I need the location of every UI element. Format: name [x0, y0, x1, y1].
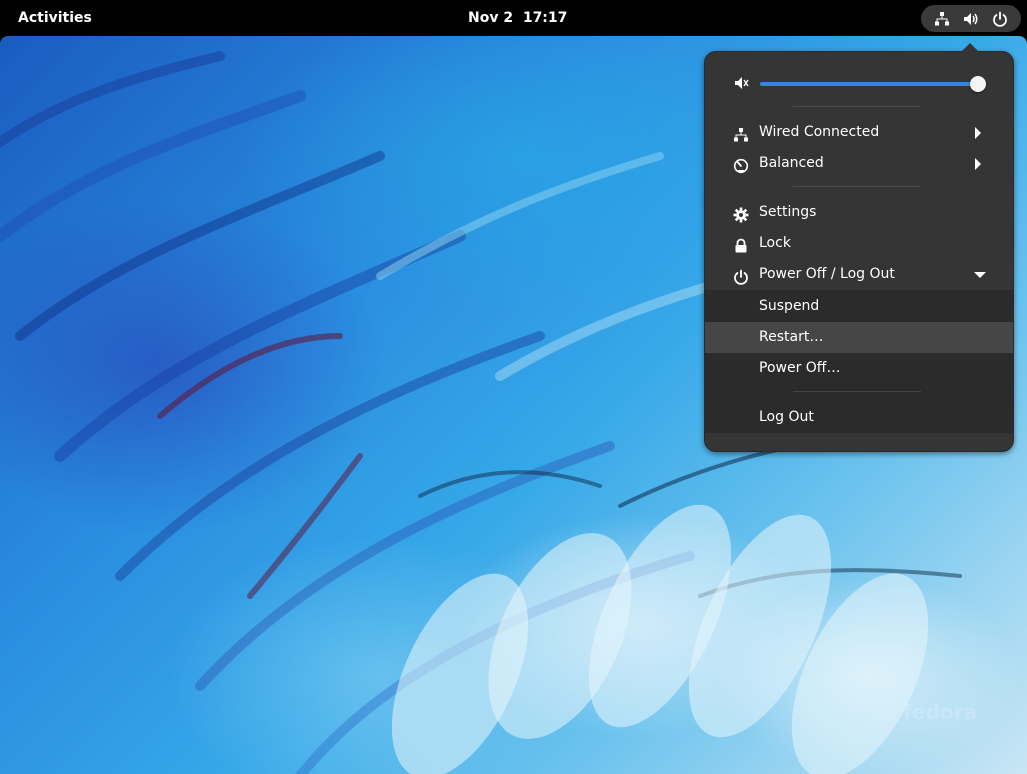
power-off-log-out-item[interactable]: Power Off / Log Out: [705, 259, 1013, 290]
power-icon: [991, 10, 1009, 28]
wired-connected-label: Wired Connected: [759, 124, 880, 140]
separator: [793, 391, 921, 392]
volume-icon: [962, 10, 980, 28]
top-panel: Activities Nov 2 17:17: [0, 0, 1027, 36]
activities-button[interactable]: Activities: [8, 4, 102, 32]
menu-pointer: [961, 43, 979, 52]
power-icon: [733, 266, 749, 285]
fedora-watermark: fedora: [903, 700, 977, 724]
system-menu: Wired Connected Balanced Settings Lock P…: [704, 51, 1014, 452]
suspend-label: Suspend: [759, 298, 820, 314]
speaker-muted-icon[interactable]: [734, 75, 750, 91]
chevron-down-icon: [974, 272, 986, 278]
log-out-label: Log Out: [759, 409, 814, 425]
settings-label: Settings: [759, 204, 817, 220]
volume-slider[interactable]: [760, 76, 986, 92]
separator: [793, 186, 921, 187]
power-off-label: Power Off…: [759, 360, 841, 376]
wired-connected-item[interactable]: Wired Connected: [705, 117, 1013, 148]
log-out-item[interactable]: Log Out: [705, 402, 1013, 433]
chevron-right-icon: [975, 127, 981, 139]
power-mode-item[interactable]: Balanced: [705, 148, 1013, 179]
power-submenu: Suspend Restart… Power Off… Log Out: [705, 290, 1013, 433]
volume-slider-knob[interactable]: [970, 76, 986, 92]
volume-slider-fill: [760, 82, 978, 86]
network-wired-icon: [733, 124, 749, 142]
volume-row: [705, 68, 1013, 100]
system-indicators-button[interactable]: [921, 5, 1021, 32]
network-wired-icon: [933, 10, 951, 28]
power-profile-icon: [733, 155, 749, 174]
lock-item[interactable]: Lock: [705, 228, 1013, 259]
chevron-right-icon: [975, 158, 981, 170]
restart-label: Restart…: [759, 329, 824, 345]
settings-item[interactable]: Settings: [705, 197, 1013, 228]
lock-icon: [733, 235, 749, 253]
desktop-screen: fedora Activities Nov 2 17:17 Wired Conn…: [0, 0, 1027, 774]
gear-icon: [733, 204, 749, 223]
restart-item[interactable]: Restart…: [705, 322, 1013, 353]
power-off-log-out-label: Power Off / Log Out: [759, 266, 895, 282]
lock-label: Lock: [759, 235, 791, 251]
suspend-item[interactable]: Suspend: [705, 291, 1013, 322]
power-off-item[interactable]: Power Off…: [705, 353, 1013, 384]
clock-button[interactable]: Nov 2 17:17: [458, 4, 577, 32]
power-mode-label: Balanced: [759, 155, 824, 171]
separator: [793, 106, 921, 107]
